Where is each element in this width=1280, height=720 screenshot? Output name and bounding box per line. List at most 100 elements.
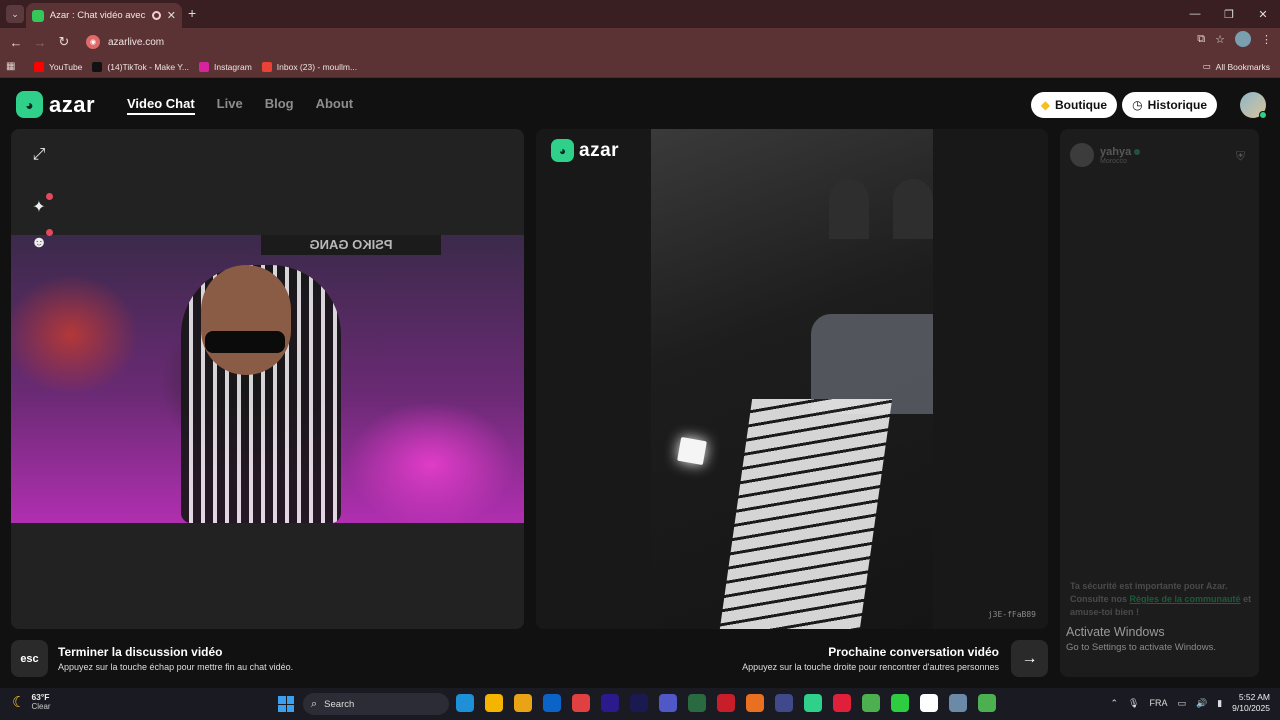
expand-icon[interactable]: ⤢ (27, 143, 51, 167)
bookmark-tiktok[interactable]: (14)TikTok - Make Y... (92, 61, 189, 72)
moon-icon: ☾ (12, 693, 26, 711)
azar-logo[interactable]: ◕ azar (16, 91, 95, 118)
next-arrow-button[interactable]: → (1011, 640, 1048, 677)
azar-favicon-icon (32, 9, 44, 22)
close-window-icon[interactable]: ✕ (1246, 0, 1280, 28)
activate-title: Activate Windows (1066, 625, 1165, 639)
online-status-icon (1134, 148, 1141, 155)
taskbar-app-icon[interactable] (775, 694, 793, 712)
taskbar-app-icon[interactable] (804, 694, 822, 712)
safety-notice: Ta sécurité est importante pour Azar. Co… (1070, 581, 1252, 617)
instagram-icon (198, 61, 209, 72)
taskbar-app-icon[interactable] (920, 694, 938, 712)
weather-widget[interactable]: ☾ 63°F Clear (12, 692, 51, 711)
forward-icon[interactable]: → (28, 35, 52, 50)
boutique-label: Boutique (1055, 98, 1107, 112)
apps-grid-icon[interactable]: ▦ (6, 61, 24, 72)
start-button[interactable] (278, 696, 294, 712)
partner-avatar (1070, 143, 1094, 167)
taskbar-app-icon[interactable] (659, 694, 677, 712)
tab-search-icon[interactable]: ⌄ (6, 5, 24, 23)
user-avatar[interactable] (1240, 92, 1267, 119)
tab-close-icon[interactable]: ✕ (167, 9, 176, 22)
window-shape (893, 179, 933, 239)
site-info-icon[interactable]: ◉ (86, 35, 100, 49)
wall-banner: PSIKO GANG (261, 235, 441, 255)
notification-dot (46, 229, 53, 236)
network-icon[interactable]: ▭ (1177, 698, 1186, 709)
historique-label: Historique (1147, 98, 1207, 112)
taskbar-app-icon[interactable] (630, 694, 648, 712)
clock[interactable]: 5:52 AM 9/10/2025 (1232, 692, 1270, 714)
esc-button[interactable]: esc (11, 640, 48, 677)
face-filter-icon[interactable]: ☻ (27, 229, 53, 255)
browser-menu-icon[interactable]: ⋮ (1261, 33, 1272, 46)
taskbar-app-icon[interactable] (485, 694, 503, 712)
back-icon[interactable]: ← (4, 35, 28, 50)
window-controls: — ❐ ✕ (1178, 0, 1280, 28)
url-text: azarlive.com (108, 36, 165, 48)
microphone-icon[interactable]: 🎙 (1128, 698, 1139, 709)
self-camera-feed: PSIKO GANG (11, 235, 524, 523)
taskbar-app-icon[interactable] (572, 694, 590, 712)
taskbar-search[interactable]: ⌕ Search (303, 693, 449, 715)
address-bar: ← → ↻ ◉ azarlive.com (0, 28, 1280, 56)
taskbar-app-icon[interactable] (514, 694, 532, 712)
profile-icon[interactable] (1235, 31, 1251, 47)
clock-date: 9/10/2025 (1232, 703, 1270, 713)
chat-panel: yahya Morocco ⛨ Ta sécurité est importan… (1060, 129, 1259, 677)
taskbar-app-icon[interactable] (833, 694, 851, 712)
bookmark-instagram[interactable]: Instagram (198, 61, 252, 72)
reload-icon[interactable]: ↻ (52, 34, 76, 50)
youtube-icon (34, 61, 44, 72)
battery-icon[interactable]: ▮ (1217, 698, 1222, 709)
boutique-button[interactable]: ◆ Boutique (1030, 92, 1117, 118)
taskbar-app-icon[interactable] (862, 694, 880, 712)
next-chat-title: Prochaine conversation vidéo (828, 645, 999, 659)
windows-taskbar: ☾ 63°F Clear ⌕ Search ⌃ 🎙 FRA ▭ 🔊 ▮ 5:52… (0, 688, 1280, 720)
taskbar-app-icon[interactable] (688, 694, 706, 712)
next-chat-subtitle: Appuyez sur la touche droite pour rencon… (742, 662, 999, 672)
nav-live[interactable]: Live (217, 96, 243, 115)
search-label: Search (324, 698, 355, 710)
language-indicator[interactable]: FRA (1149, 698, 1167, 708)
taskbar-app-icon[interactable] (456, 694, 474, 712)
nav-about[interactable]: About (316, 96, 354, 115)
bookmark-star-icon[interactable]: ☆ (1215, 33, 1225, 46)
new-tab-button[interactable]: + (188, 5, 196, 21)
taskbar-app-icon[interactable] (746, 694, 764, 712)
community-rules-link[interactable]: Règles de la communauté (1130, 594, 1241, 604)
taskbar-app-icon[interactable] (891, 694, 909, 712)
browser-tab[interactable]: Azar : Chat vidéo avec de n ✕ (26, 3, 182, 28)
taskbar-app-icon[interactable] (978, 694, 996, 712)
end-chat-title: Terminer la discussion vidéo (58, 645, 223, 659)
activate-windows-watermark: Activate Windows Go to Settings to activ… (1066, 625, 1216, 653)
window-shape (829, 179, 869, 239)
all-bookmarks[interactable]: ▭ All Bookmarks (1203, 61, 1270, 72)
clock-icon: ◷ (1132, 98, 1143, 112)
partner-info[interactable]: yahya Morocco (1070, 143, 1141, 167)
minimize-icon[interactable]: — (1178, 0, 1212, 28)
end-chat-subtitle: Appuyez sur la touche échap pour mettre … (58, 662, 294, 672)
url-field[interactable]: ◉ azarlive.com (80, 31, 1224, 53)
taskbar-app-icon[interactable] (717, 694, 735, 712)
sparkle-effects-icon[interactable]: ✦ (27, 193, 53, 219)
bookmark-gmail[interactable]: Inbox (23) - moullm... (261, 61, 357, 72)
shield-icon[interactable]: ⛨ (1236, 149, 1245, 164)
historique-button[interactable]: ◷ Historique (1122, 92, 1217, 118)
volume-icon[interactable]: 🔊 (1196, 698, 1207, 709)
tray-chevron-icon[interactable]: ⌃ (1111, 698, 1119, 709)
nav-video-chat[interactable]: Video Chat (127, 96, 195, 115)
keyboard-screen (677, 436, 707, 466)
taskbar-app-icon[interactable] (949, 694, 967, 712)
nav-links: Video Chat Live Blog About (127, 96, 353, 115)
pinned-apps (456, 694, 996, 712)
restore-icon[interactable]: ❐ (1212, 0, 1246, 28)
weather-condition: Clear (31, 702, 51, 711)
install-app-icon[interactable]: ⧉ (1197, 33, 1205, 46)
taskbar-app-icon[interactable] (543, 694, 561, 712)
sunglasses (205, 331, 285, 353)
taskbar-app-icon[interactable] (601, 694, 619, 712)
nav-blog[interactable]: Blog (265, 96, 294, 115)
bookmark-youtube[interactable]: YouTube (34, 61, 82, 72)
